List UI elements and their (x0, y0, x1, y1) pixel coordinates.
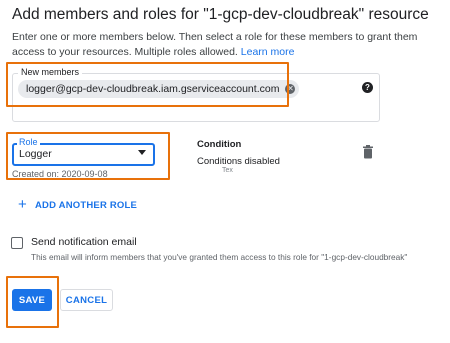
save-highlight (6, 276, 59, 328)
condition-sub: Tex (222, 167, 233, 174)
notification-checkbox[interactable] (11, 237, 23, 249)
notification-help-text: This email will inform members that you'… (31, 252, 408, 262)
question-icon[interactable]: ? (362, 82, 373, 93)
trash-icon[interactable] (362, 145, 374, 159)
add-another-role-button[interactable]: + ADD ANOTHER ROLE (18, 196, 138, 213)
description-text: Enter one or more members below. Then se… (12, 31, 418, 58)
notification-label: Send notification email (31, 236, 137, 248)
condition-status: Conditions disabled (197, 156, 280, 167)
learn-more-link[interactable]: Learn more (241, 46, 295, 58)
cancel-button[interactable]: CANCEL (60, 289, 113, 311)
condition-title: Condition (197, 139, 242, 150)
dialog-title: Add members and roles for "1-gcp-dev-clo… (12, 6, 429, 23)
add-role-label: ADD ANOTHER ROLE (34, 199, 138, 211)
role-highlight (6, 132, 170, 180)
plus-icon: + (18, 196, 27, 213)
dialog-description: Enter one or more members below. Then se… (12, 30, 438, 60)
members-highlight (6, 62, 289, 107)
